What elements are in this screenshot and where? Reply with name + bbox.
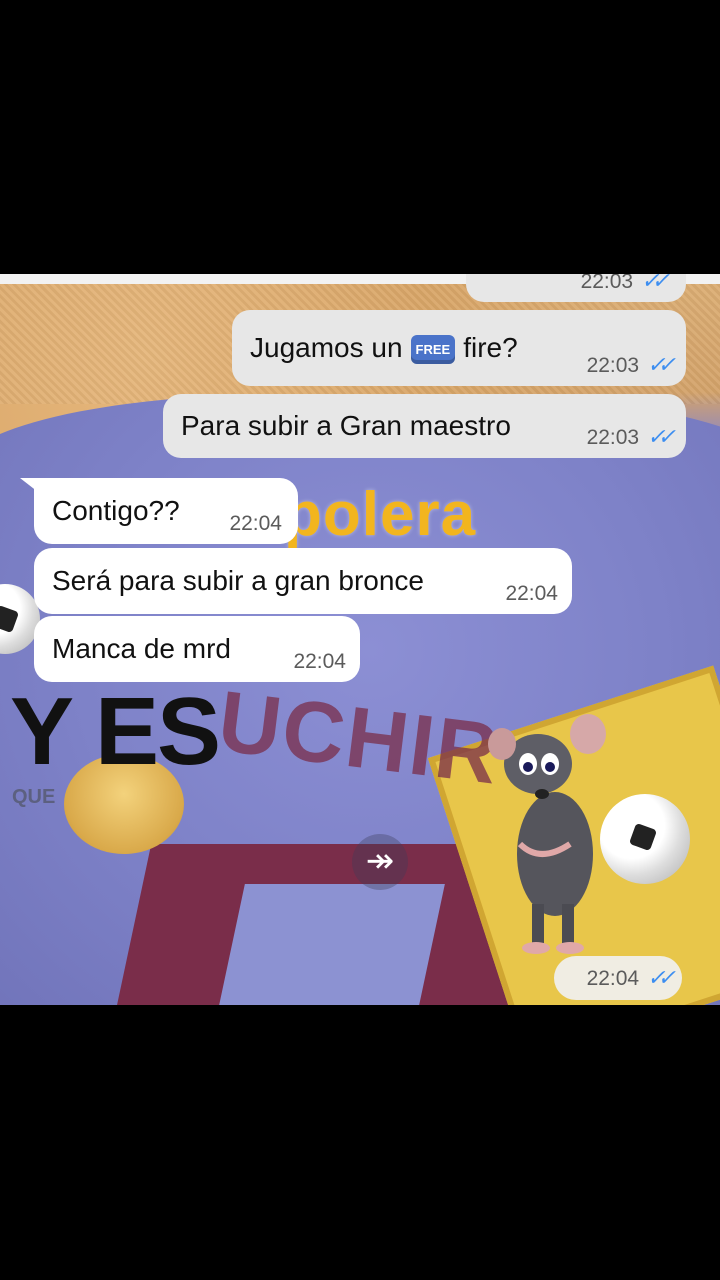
- bubble-tail: [20, 478, 38, 492]
- message-bubble-outgoing[interactable]: Jugamos un FREE fire? 22:03 ✓✓: [232, 310, 686, 386]
- message-text: Será para subir a gran bronce: [52, 565, 424, 596]
- message-bubble-incoming[interactable]: Será para subir a gran bronce 22:04: [34, 548, 572, 614]
- message-bubble-incoming[interactable]: Manca de mrd 22:04: [34, 616, 360, 682]
- forward-icon[interactable]: ↠: [352, 834, 408, 890]
- message-bubble-incoming[interactable]: Contigo?? 22:04: [20, 478, 298, 544]
- overlay-yes-text: Y ES: [10, 678, 221, 785]
- message-text: Para subir a Gran maestro: [181, 410, 511, 441]
- double-check-icon: ✓✓: [641, 274, 670, 293]
- double-check-icon: ✓✓: [647, 965, 676, 990]
- overlay-polera-text: polera: [284, 480, 477, 549]
- message-time: 22:04: [229, 512, 282, 535]
- rat-sticker: [488, 714, 606, 954]
- jersey-stripe-inner: [215, 884, 445, 1005]
- message-bubble-outgoing[interactable]: Para subir a Gran maestro 22:03 ✓✓: [163, 394, 686, 458]
- chat-screenshot: polera UCHIR Y ES QUE ↠ 22:03 ✓✓ Jugamos…: [0, 274, 720, 1005]
- message-text: Contigo??: [52, 495, 180, 526]
- double-check-icon: ✓✓: [647, 352, 676, 377]
- message-time: 22:04 ✓✓: [586, 965, 676, 990]
- sticker-time-badge: 22:04 ✓✓: [554, 956, 682, 1000]
- message-time: 22:04: [293, 650, 346, 673]
- free-emoji-icon: FREE: [410, 335, 456, 365]
- message-bubble-partial[interactable]: 22:03 ✓✓: [466, 274, 686, 302]
- message-time: 22:03 ✓✓: [586, 424, 676, 449]
- message-time: 22:03 ✓✓: [581, 274, 670, 294]
- message-text: Manca de mrd: [52, 633, 231, 664]
- overlay-que-text: QUE: [12, 786, 56, 808]
- message-time: 22:04: [505, 582, 558, 605]
- message-text: Jugamos un FREE fire?: [250, 331, 518, 365]
- double-check-icon: ✓✓: [647, 424, 676, 449]
- message-time: 22:03 ✓✓: [586, 352, 676, 377]
